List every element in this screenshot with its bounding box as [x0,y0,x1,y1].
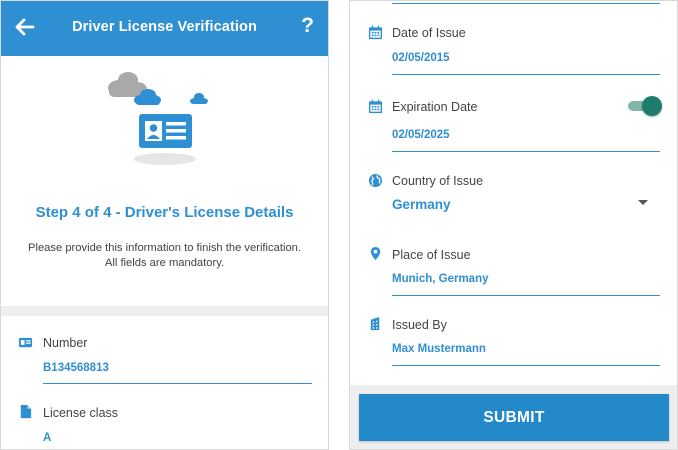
expiration-date-underline [392,151,660,152]
map-pin-icon [370,246,381,261]
calendar-icon [368,25,383,40]
previous-field-underline [392,3,660,4]
license-class-label: License class [43,406,119,420]
country-select[interactable]: Germany [392,197,451,212]
date-of-issue-input[interactable]: 02/05/2015 [392,52,450,64]
id-card-icon [18,337,33,348]
issued-by-label: Issued By [392,318,447,332]
license-class-input[interactable]: A [43,432,51,444]
page-title: Driver License Verification [72,19,257,35]
expiration-date-toggle[interactable] [628,96,662,116]
calendar-icon [368,99,383,114]
step-title: Step 4 of 4 - Driver's License Details [35,204,294,221]
date-of-issue-underline [392,74,660,75]
issued-by-underline [392,365,660,366]
toggle-knob [642,96,662,116]
building-icon [370,316,380,331]
country-of-issue-label: Country of Issue [392,174,484,188]
verification-screen-left: Driver License Verification ? Step 4 of … [0,0,329,450]
place-of-issue-label: Place of Issue [392,248,471,262]
help-button[interactable]: ? [301,14,314,38]
date-of-issue-label: Date of Issue [392,26,466,40]
expiration-date-label: Expiration Date [392,100,478,114]
chevron-down-icon[interactable] [638,200,648,205]
place-of-issue-underline [392,295,660,296]
document-icon [20,404,32,419]
instructions-line-1: Please provide this information to finis… [28,242,301,254]
globe-icon [368,173,383,188]
place-of-issue-input[interactable]: Munich, Germany [392,273,489,285]
number-input[interactable]: B134568813 [43,362,109,374]
section-divider [1,306,328,316]
instructions-text: Please provide this information to finis… [1,241,328,271]
number-label: Number [43,336,88,350]
app-bar: Driver License Verification ? [1,1,328,56]
id-card-with-clouds-illustration [108,72,208,165]
expiration-date-input[interactable]: 02/05/2025 [392,129,450,141]
issued-by-input[interactable]: Max Mustermann [392,343,486,355]
instructions-line-2: All fields are mandatory. [104,257,225,269]
verification-screen-right: Date of Issue 02/05/2015 Expiration Date… [349,0,678,450]
number-underline [43,383,312,384]
submit-button[interactable]: SUBMIT [359,394,669,441]
